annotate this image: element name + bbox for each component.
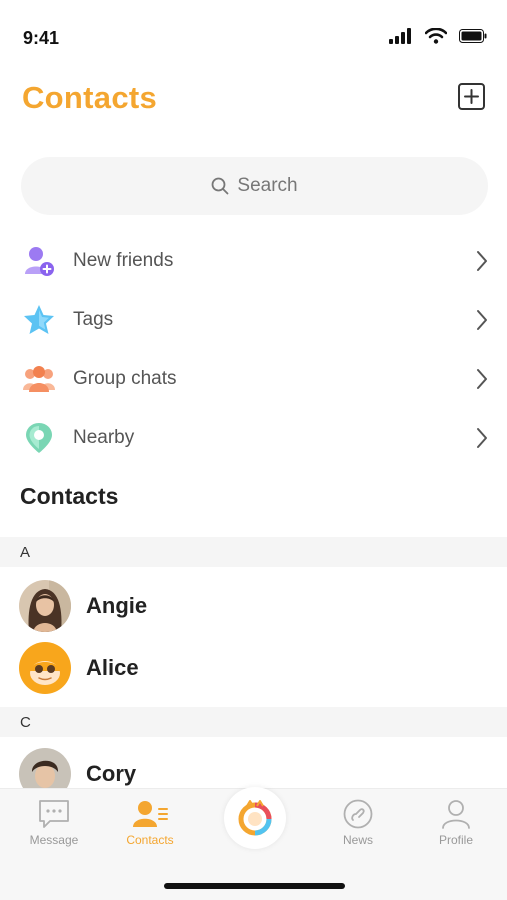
tab-message[interactable]: Message [14, 799, 94, 859]
search-icon [211, 177, 229, 195]
group-header-c: C [0, 707, 507, 737]
menu-item-new-friends[interactable]: New friends [0, 231, 507, 290]
page-title: Contacts [22, 80, 158, 115]
avatar [19, 580, 71, 632]
contact-row-alice[interactable]: Alice [0, 637, 507, 699]
contacts-menu: New friends Tags Group chats Nearby [0, 231, 507, 467]
group-letter: A [20, 544, 31, 561]
menu-item-nearby[interactable]: Nearby [0, 408, 507, 467]
status-bar: 9:41 [0, 0, 507, 70]
tab-contacts[interactable]: Contacts [110, 799, 190, 859]
profile-icon [442, 800, 470, 829]
message-icon [39, 800, 69, 828]
menu-item-group-chats[interactable]: Group chats [0, 349, 507, 408]
contact-name: Angie [86, 593, 148, 618]
menu-item-tags[interactable]: Tags [0, 290, 507, 349]
signal-icon [389, 28, 411, 44]
group-letter: C [20, 714, 31, 731]
tab-label: News [342, 833, 373, 847]
location-pin-icon [22, 421, 56, 455]
app-logo-icon [238, 800, 272, 836]
search-bar[interactable]: Search [21, 157, 488, 215]
contact-name: Cory [86, 761, 137, 786]
chevron-right-icon [477, 369, 487, 389]
tab-label: Contacts [126, 833, 174, 847]
tab-bar: Message Contacts News Profile [0, 787, 507, 900]
plus-icon [464, 89, 479, 104]
add-contact-button[interactable] [458, 83, 485, 110]
status-time: 9:41 [23, 28, 60, 48]
contact-row-angie[interactable]: Angie [0, 575, 507, 637]
menu-item-label: New friends [73, 249, 174, 271]
news-icon [343, 799, 373, 829]
chevron-right-icon [477, 310, 487, 330]
contact-name: Alice [86, 655, 139, 680]
star-icon [22, 303, 56, 337]
group-header-a: A [0, 537, 507, 567]
chevron-right-icon [477, 428, 487, 448]
tab-news[interactable]: News [318, 799, 398, 859]
add-friend-icon [22, 244, 56, 278]
chevron-right-icon [477, 251, 487, 271]
avatar [19, 642, 71, 694]
wifi-icon [425, 28, 447, 44]
menu-item-label: Group chats [73, 367, 177, 389]
center-action-button[interactable] [224, 787, 286, 849]
header: Contacts [0, 70, 507, 130]
contacts-icon [133, 801, 168, 827]
tab-label: Message [29, 833, 79, 847]
battery-icon [459, 29, 487, 43]
home-indicator [164, 883, 345, 889]
status-icons [389, 28, 487, 44]
tab-profile[interactable]: Profile [416, 799, 496, 859]
search-input[interactable]: Search [237, 175, 297, 197]
contacts-section-title: Contacts [20, 483, 119, 509]
menu-item-label: Nearby [73, 426, 135, 448]
menu-item-label: Tags [73, 308, 114, 330]
tab-label: Profile [438, 833, 473, 847]
group-icon [22, 362, 56, 396]
